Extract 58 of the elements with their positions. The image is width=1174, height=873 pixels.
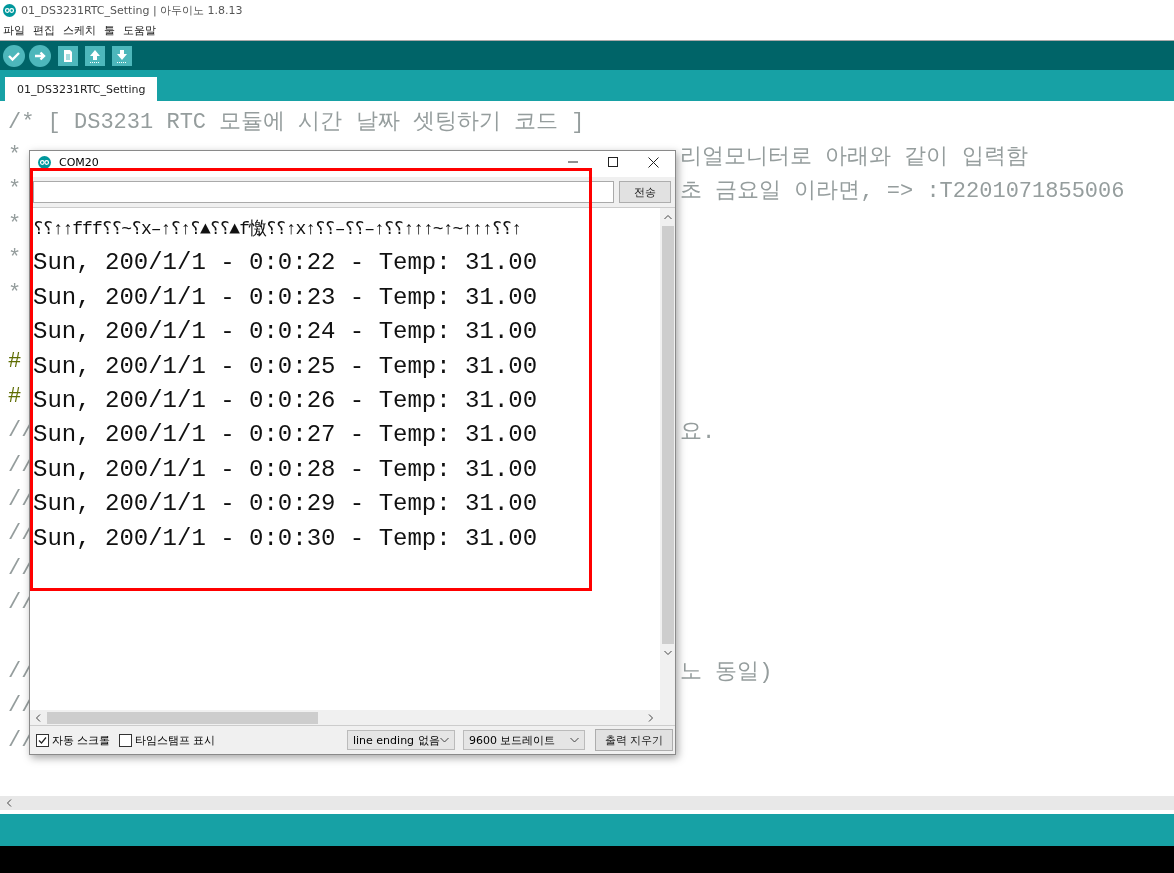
output-line: Sun, 200/1/1 - 0:0:27 - Temp: 31.00 [33,420,539,451]
checkbox[interactable] [36,733,49,747]
line-ending-dropdown[interactable]: line ending 없음 [347,730,455,750]
menu-item[interactable]: 편집 [33,22,55,38]
output-line: Sun, 200/1/1 - 0:0:30 - Temp: 31.00 [33,523,539,554]
send-button[interactable]: 전송 [619,181,671,203]
input-field[interactable] [33,181,614,203]
new-file-icon[interactable] [58,45,78,66]
code-text: * [8,143,23,169]
window-title: COM20 [59,155,99,169]
checkbox[interactable] [118,733,132,747]
code-text: 리얼모니터로 아래와 같이 입력함 [680,143,1028,171]
output-line: Sun, 200/1/1 - 0:0:22 - Temp: 31.00 [33,248,539,279]
code-text: 요. [680,418,716,446]
arrow-right-icon[interactable] [29,44,51,67]
code-text: * [8,246,23,272]
code-text: * [8,280,23,306]
scroll-left-icon[interactable] [6,799,12,807]
window-title: 01_DS3231RTC_Setting | 아두이노 1.8.13 [21,2,243,18]
arrow-up-icon[interactable] [85,45,105,66]
code-text: /* [ DS3231 RTC 모듈에 시간 날짜 셋팅하기 코드 ] [8,109,585,137]
checkbox-label: 자동 스크롤 [52,732,111,748]
close-icon[interactable] [648,156,659,168]
code-text: 초 금요일 이라면, => :T2201071855006 [680,177,1125,205]
output-line: Sun, 200/1/1 - 0:0:29 - Temp: 31.00 [33,489,539,520]
horizontal-scrollbar[interactable] [30,710,675,725]
scroll-right-icon[interactable] [648,713,654,722]
output-line: ⸮⸮↑↑fff⸮⸮~⸮x–↑⸮↑⸮▲⸮⸮▲f憿⸮⸮↑x↑⸮⸮–⸮⸮–↑⸮⸮↑↑↑~↑~↑↑↑⸮⸮↑ [33,218,523,241]
chevron-down-icon[interactable] [440,737,449,743]
code-text: # [8,383,23,409]
scroll-up-icon[interactable] [663,214,672,220]
vertical-scrollbar[interactable] [660,208,675,710]
code-text: * [8,177,23,203]
menu-item[interactable]: 스케치 [63,22,96,38]
menu-item[interactable]: 파일 [3,22,25,38]
menu-item[interactable]: 툴 [104,22,115,38]
code-text: # [8,349,23,375]
output-line: Sun, 200/1/1 - 0:0:24 - Temp: 31.00 [33,317,539,348]
maximize-icon[interactable] [608,157,618,167]
output-line: Sun, 200/1/1 - 0:0:23 - Temp: 31.00 [33,282,539,313]
code-text: 노 동일) [680,659,773,687]
chevron-down-icon[interactable] [570,737,579,743]
menu-item[interactable]: 도움말 [123,22,156,38]
baud-rate-dropdown[interactable]: 9600 보드레이트 [463,730,585,750]
app-logo-icon [3,3,16,17]
output-line: Sun, 200/1/1 - 0:0:25 - Temp: 31.00 [33,351,539,382]
horizontal-scrollbar[interactable] [0,796,1174,810]
scroll-left-icon[interactable] [35,713,41,722]
app-logo-icon [38,155,51,169]
code-text: * [8,211,23,237]
scroll-down-icon[interactable] [663,650,672,656]
clear-output-button[interactable]: 출력 지우기 [595,729,673,751]
output-line: Sun, 200/1/1 - 0:0:26 - Temp: 31.00 [33,385,539,416]
arrow-down-icon[interactable] [112,45,132,66]
checkbox-label: 타임스탬프 표시 [134,732,215,748]
verify-icon[interactable] [3,44,25,67]
output-line: Sun, 200/1/1 - 0:0:28 - Temp: 31.00 [33,454,539,485]
sketch-tab[interactable]: 01_DS3231RTC_Setting [5,77,158,101]
